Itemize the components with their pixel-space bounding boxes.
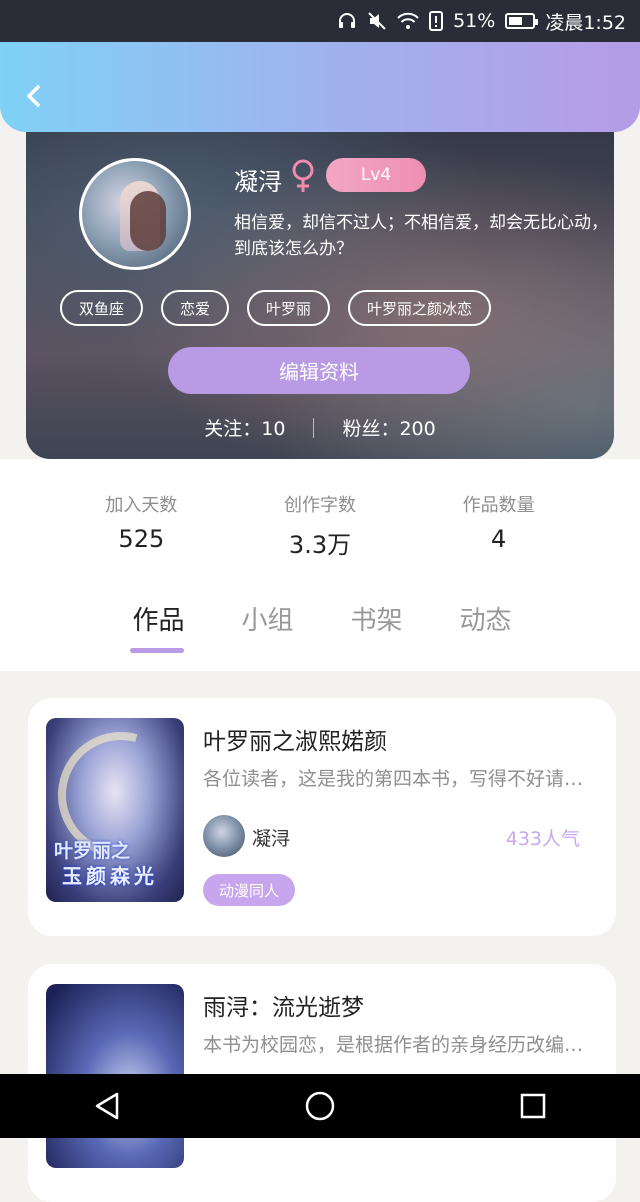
nav-recents-button[interactable] [503,1082,563,1130]
category-tag[interactable]: 动漫同人 [203,874,296,906]
tab-label: 小组 [241,606,294,636]
back-button[interactable] [20,82,48,110]
tag-item[interactable]: 恋爱 [161,290,230,326]
followers-count[interactable]: 粉丝：200 [342,414,435,441]
clock: 凌晨1:52 [545,11,626,34]
following-count[interactable]: 关注：10 [204,414,285,441]
tab-active-indicator [130,648,184,653]
stat-works-count: 作品数量 4 [409,459,588,581]
profile-tags: 双鱼座 恋爱 叶罗丽 叶罗丽之颜冰恋 [60,290,509,326]
tab-bookshelf[interactable]: 书架 [322,600,431,637]
nav-home-button[interactable] [290,1082,350,1130]
stat-label: 加入天数 [105,495,178,516]
header-bar [0,42,640,132]
stat-word-count: 创作字数 3.3万 [231,459,410,581]
stat-label: 创作字数 [284,495,356,516]
profile-bio: 相信爱，却信不过人；不相信爱，却会无比心动，到底该怎么办？ [234,213,608,259]
nav-back-button[interactable] [77,1082,137,1130]
book-cover[interactable]: 叶罗丽之 玉颜森光 [46,718,184,902]
status-bar: 51% 凌晨1:52 [0,0,640,42]
tab-activity[interactable]: 动态 [431,600,540,637]
circle-home-icon [305,1091,335,1121]
system-nav-bar [0,1074,640,1138]
tag-item[interactable]: 叶罗丽之颜冰恋 [348,290,492,326]
female-icon [288,158,318,194]
divider [313,417,315,438]
tab-groups[interactable]: 小组 [213,600,322,637]
book-description: 本书为校园恋，是根据作者的亲身经历改编而成 [203,1034,598,1056]
stat-value: 4 [491,525,507,553]
tab-label: 书架 [350,606,403,636]
tag-item[interactable]: 双鱼座 [60,290,144,326]
profile-card: 凝浔 Lv4 相信爱，却信不过人；不相信爱，却会无比心动，到底该怎么办？ 双鱼座… [26,100,614,459]
book-card[interactable]: 叶罗丽之 玉颜森光 叶罗丽之淑熙婼颜 各位读者，这是我的第四本书，写得不好请见谅… [28,698,616,936]
book-title[interactable]: 雨浔：流光逝梦 [203,988,364,1022]
mute-icon [367,11,387,31]
alert-icon [429,11,444,31]
author-name[interactable]: 凝浔 [252,824,290,851]
stat-join-days: 加入天数 525 [52,459,231,581]
headphones-icon [337,11,357,31]
avatar[interactable] [79,158,191,270]
stats-panel: 加入天数 525 创作字数 3.3万 作品数量 4 [52,459,588,581]
edit-profile-button[interactable]: 编辑资料 [168,347,470,394]
stat-value: 525 [118,525,165,553]
book-title[interactable]: 叶罗丽之淑熙婼颜 [203,722,387,756]
tab-label: 作品 [132,606,185,636]
cover-text: 玉颜森光 [62,864,158,888]
battery-icon [505,13,539,29]
wifi-icon [397,12,419,30]
author-avatar[interactable] [203,815,245,857]
follow-stats: 关注：10 粉丝：200 [26,414,614,441]
username: 凝浔 [234,168,282,196]
triangle-back-icon [95,1092,118,1120]
battery-percent: 51% [453,10,496,32]
chevron-left-icon [27,85,40,107]
stat-label: 作品数量 [462,495,535,516]
popularity-count: 433人气 [505,828,580,850]
tab-label: 动态 [459,606,512,636]
tab-works[interactable]: 作品 [104,600,213,653]
level-badge: Lv4 [326,158,426,192]
tag-item[interactable]: 叶罗丽 [247,290,331,326]
book-description: 各位读者，这是我的第四本书，写得不好请见谅 [203,768,598,790]
stat-value: 3.3万 [288,531,352,559]
square-recents-icon [521,1093,546,1119]
tab-bar: 作品 小组 书架 动态 [104,600,540,653]
cover-text: 叶罗丽之 [54,840,131,862]
